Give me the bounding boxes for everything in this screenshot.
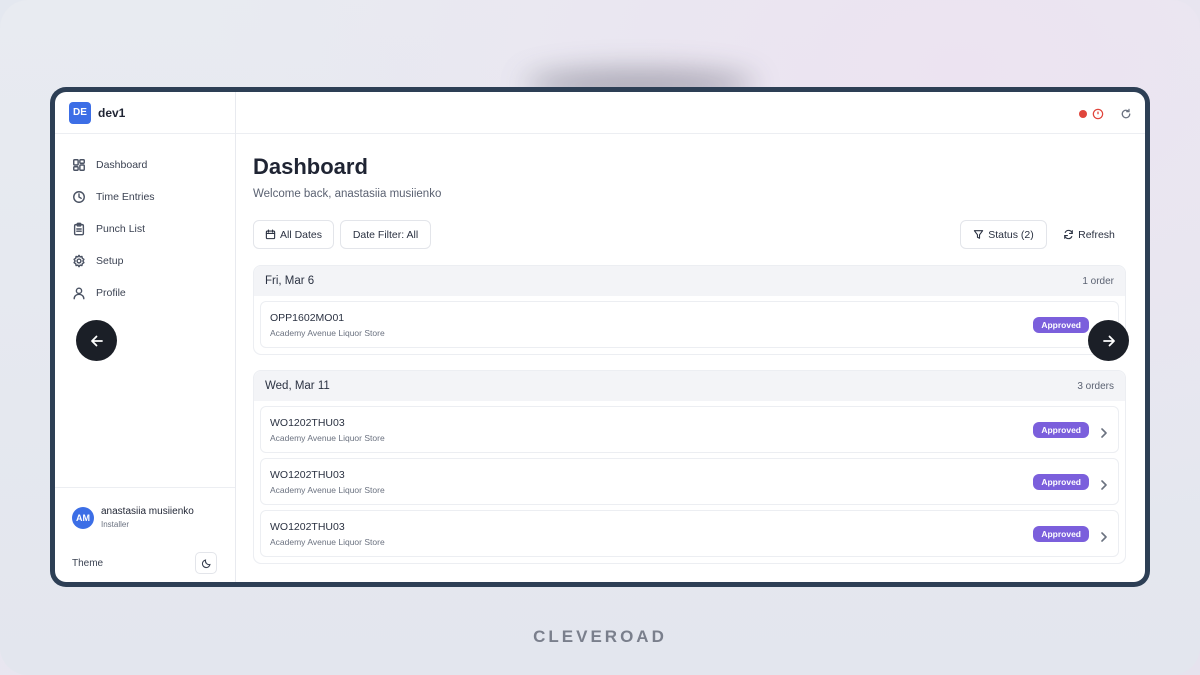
user-icon: [73, 287, 85, 300]
order-group: Wed, Mar 11 3 orders WO1202THU03 Academy…: [253, 370, 1126, 564]
group-date: Fri, Mar 6: [265, 275, 315, 287]
brand-watermark: CLEVEROAD: [533, 627, 667, 646]
order-group: Fri, Mar 6 1 order OPP1602MO01 Academy A…: [253, 265, 1126, 355]
sidebar-item-time-entries[interactable]: Time Entries: [55, 181, 235, 213]
refresh-label: Refresh: [1078, 228, 1115, 241]
sidebar-item-label: Dashboard: [96, 159, 148, 171]
reload-icon[interactable]: [1120, 107, 1132, 119]
filter-icon: [974, 230, 984, 239]
chevron-right-icon: [1100, 425, 1108, 438]
brand-name: dev1: [98, 105, 126, 120]
grid-icon: [73, 159, 85, 171]
order-id: WO1202THU03: [270, 469, 345, 481]
arrow-left-icon: [90, 335, 103, 346]
status-dot: [1079, 110, 1087, 118]
sidebar-item-profile[interactable]: Profile: [55, 277, 235, 309]
sidebar-item-label: Setup: [96, 255, 124, 267]
order-store: Academy Avenue Liquor Store: [270, 433, 385, 443]
alert-circle-icon[interactable]: [1092, 107, 1104, 120]
previous-slide-button[interactable]: [76, 320, 117, 361]
sidebar-footer: AM anastasiia musiienko Installer Theme: [55, 487, 235, 582]
sidebar-item-label: Time Entries: [96, 191, 155, 203]
welcome-text: Welcome back, anastasiia musiienko: [253, 188, 442, 200]
theme-toggle-button[interactable]: [195, 552, 217, 574]
group-header: Fri, Mar 6 1 order: [254, 266, 1125, 296]
order-store: Academy Avenue Liquor Store: [270, 328, 385, 338]
refresh-button[interactable]: Refresh: [1054, 220, 1124, 249]
brand[interactable]: DE dev1: [55, 92, 235, 134]
refresh-icon: [1064, 229, 1073, 240]
status-badge: Approved: [1033, 317, 1089, 333]
order-store: Academy Avenue Liquor Store: [270, 485, 385, 495]
order-row[interactable]: WO1202THU03 Academy Avenue Liquor Store …: [260, 458, 1119, 505]
theme-label: Theme: [72, 557, 104, 569]
status-badge: Approved: [1033, 526, 1089, 542]
page-title: Dashboard: [253, 154, 368, 179]
all-dates-button[interactable]: All Dates: [253, 220, 334, 249]
moon-icon: [201, 558, 211, 568]
clock-icon: [73, 191, 85, 203]
user-name: anastasiia musiienko: [101, 506, 194, 517]
user-role: Installer: [101, 520, 130, 529]
status-badge: Approved: [1033, 422, 1089, 438]
order-id: WO1202THU03: [270, 521, 345, 533]
topbar: [236, 92, 1145, 134]
group-date: Wed, Mar 11: [265, 380, 330, 392]
group-count: 1 order: [1082, 275, 1114, 287]
date-filter-button[interactable]: Date Filter: All: [340, 220, 431, 249]
sidebar-item-label: Profile: [96, 287, 126, 299]
sidebar-item-dashboard[interactable]: Dashboard: [55, 149, 235, 181]
app-window: DE dev1 Dashboard Time Entries Punch Lis…: [55, 92, 1145, 582]
all-dates-label: All Dates: [279, 228, 322, 241]
sidebar-item-setup[interactable]: Setup: [55, 245, 235, 277]
calendar-icon: [265, 229, 276, 240]
arrow-right-icon: [1102, 335, 1115, 346]
chevron-right-icon: [1100, 529, 1108, 542]
status-filter-label: Status (2): [988, 228, 1034, 241]
sidebar-item-punch-list[interactable]: Punch List: [55, 213, 235, 245]
order-id: WO1202THU03: [270, 417, 345, 429]
sidebar-nav: Dashboard Time Entries Punch List Setup …: [55, 134, 235, 309]
theme-row: Theme: [72, 552, 217, 574]
order-id: OPP1602MO01: [270, 312, 345, 324]
next-slide-button[interactable]: [1088, 320, 1129, 361]
sidebar-item-label: Punch List: [96, 223, 146, 235]
order-row[interactable]: WO1202THU03 Academy Avenue Liquor Store …: [260, 510, 1119, 557]
user-card[interactable]: AM anastasiia musiienko Installer: [72, 506, 194, 529]
group-header: Wed, Mar 11 3 orders: [254, 371, 1125, 401]
order-store: Academy Avenue Liquor Store: [270, 537, 385, 547]
avatar: AM: [72, 506, 94, 529]
chevron-right-icon: [1100, 477, 1108, 490]
device-frame: DE dev1 Dashboard Time Entries Punch Lis…: [50, 87, 1150, 587]
status-filter-button[interactable]: Status (2): [960, 220, 1047, 249]
status-badge: Approved: [1033, 474, 1089, 490]
date-filter-label: Date Filter: All: [352, 228, 419, 241]
brand-badge: DE: [69, 101, 91, 124]
order-row[interactable]: WO1202THU03 Academy Avenue Liquor Store …: [260, 406, 1119, 453]
gear-icon: [73, 254, 85, 268]
order-row[interactable]: OPP1602MO01 Academy Avenue Liquor Store …: [260, 301, 1119, 348]
group-count: 3 orders: [1077, 380, 1114, 392]
main-content: Dashboard Welcome back, anastasiia musii…: [236, 92, 1145, 582]
clipboard-icon: [73, 222, 85, 236]
